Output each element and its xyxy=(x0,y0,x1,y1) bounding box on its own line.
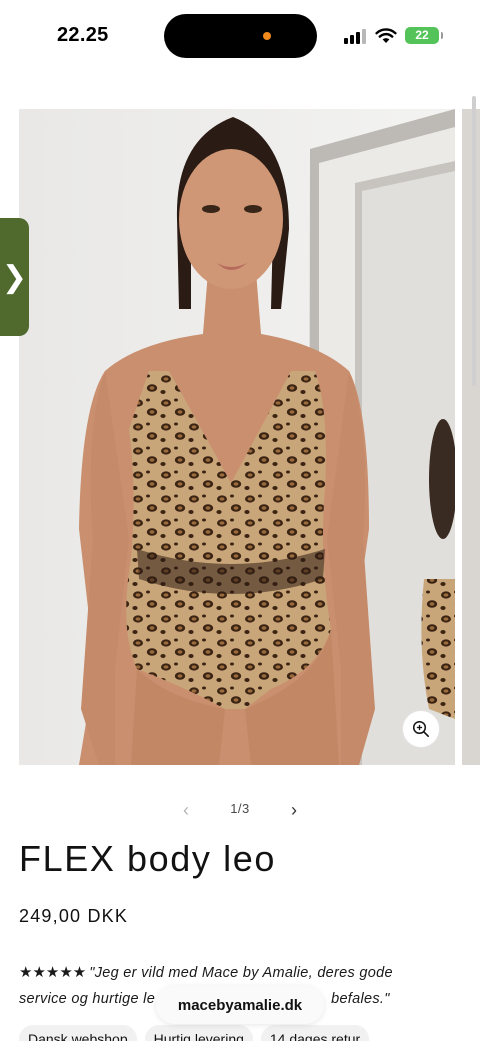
product-price: 249,00 DKK xyxy=(19,906,129,926)
status-bar: 22.25 22 xyxy=(0,0,480,72)
url-text: macebyamalie.dk xyxy=(177,996,303,1014)
product-title: FLEX body leo xyxy=(19,838,276,879)
review-text-line-1: "Jeg er vild med Mace by Amalie, deres g… xyxy=(89,965,393,981)
tag-dansk-webshop: Dansk webshop xyxy=(19,1025,137,1041)
tag-hurtig-levering: Hurtig levering xyxy=(144,1025,253,1041)
tag-14-dages-retur: 14 dages retur xyxy=(260,1025,370,1041)
slide-counter: 1/3 xyxy=(230,801,250,816)
previous-slide-button[interactable]: ‹ xyxy=(176,798,196,824)
product-image[interactable] xyxy=(19,109,455,765)
status-time: 22.25 xyxy=(57,24,109,46)
product-photo-illustration xyxy=(19,109,455,765)
zoom-button[interactable] xyxy=(402,710,440,748)
rating-stars: ★★★★★ xyxy=(19,964,87,981)
usp-tags: Dansk webshop Hurtig levering 14 dages r… xyxy=(19,1025,370,1041)
product-gallery[interactable]: ❯ xyxy=(0,72,480,772)
wifi-icon xyxy=(375,28,397,43)
next-image-peek[interactable] xyxy=(462,109,480,765)
cellular-signal-icon xyxy=(344,28,368,44)
vertical-scrollbar[interactable] xyxy=(472,96,476,386)
recording-indicator-dot xyxy=(263,32,271,40)
battery-level: 22 xyxy=(415,28,429,42)
next-slide-button[interactable]: › xyxy=(284,798,304,824)
chevron-right-icon: › xyxy=(291,800,297,820)
review-text-line-2: service og hurtige le xyxy=(19,991,156,1007)
gallery-pager: ‹ 1/3 › xyxy=(0,798,480,824)
chevron-right-icon: ❯ xyxy=(1,260,28,294)
browser-url-bar[interactable]: macebyamalie.dk xyxy=(156,986,324,1024)
side-drawer-tab[interactable]: ❯ xyxy=(0,218,29,336)
chevron-left-icon: ‹ xyxy=(183,800,189,820)
review-text-line-2-end: befales." xyxy=(331,991,390,1007)
battery-icon: 22 xyxy=(405,27,443,44)
magnifier-plus-icon xyxy=(412,720,430,738)
dynamic-island xyxy=(164,14,317,58)
